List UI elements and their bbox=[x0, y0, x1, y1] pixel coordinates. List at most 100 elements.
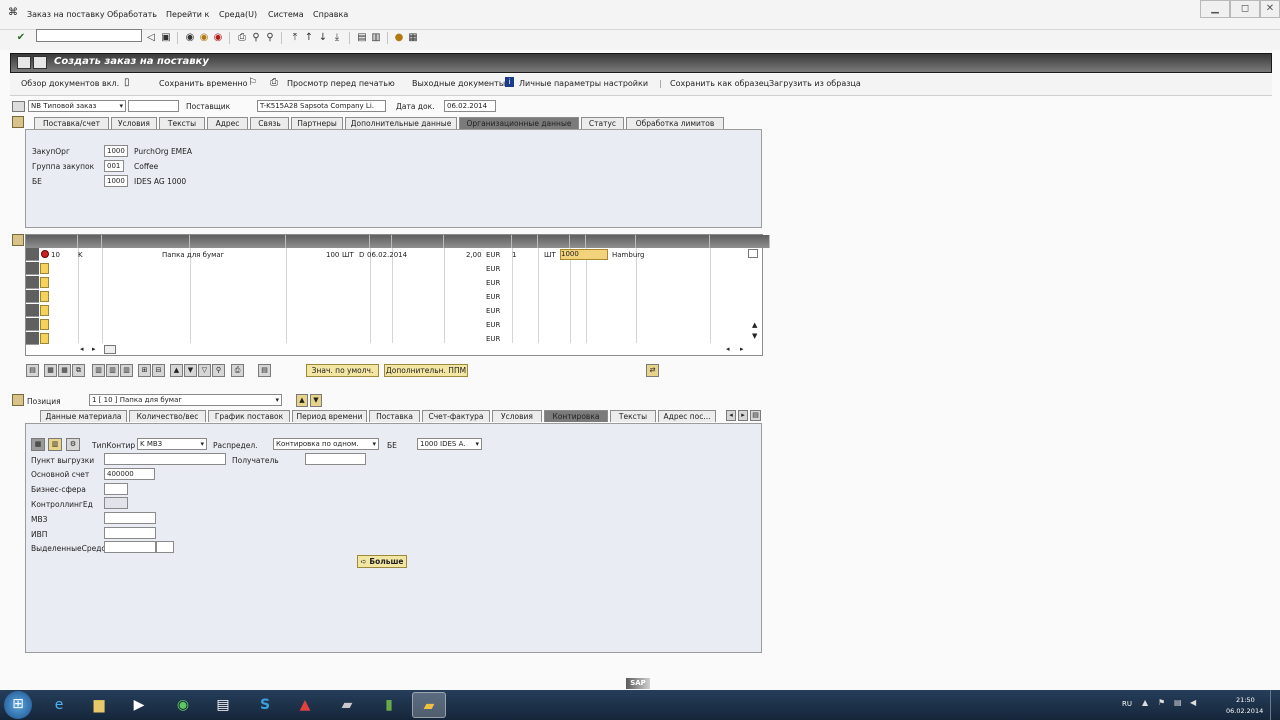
column-header-material[interactable] bbox=[102, 235, 190, 248]
menu-goto[interactable]: Перейти к bbox=[166, 10, 209, 19]
cell-currency[interactable]: EUR bbox=[486, 307, 500, 315]
cell-unit[interactable]: ШТ bbox=[342, 251, 354, 259]
next-item-icon[interactable]: ▼ bbox=[310, 394, 322, 407]
document-type-icon[interactable] bbox=[12, 101, 25, 112]
column-header-plant[interactable] bbox=[586, 235, 636, 248]
sort-descending-icon[interactable]: ▼ bbox=[184, 364, 197, 377]
chevron-down-icon[interactable]: ▾ bbox=[200, 439, 204, 449]
cell-plant[interactable]: 1000 bbox=[560, 249, 608, 260]
item-company-code-select[interactable]: 1000 IDES A. ▾ bbox=[417, 438, 482, 450]
explorer-icon[interactable]: ▆ bbox=[82, 692, 116, 718]
layout-icon[interactable]: ▦ bbox=[408, 32, 418, 43]
tab-delivery-invoice[interactable]: Поставка/счет bbox=[34, 117, 109, 129]
purch-group-field[interactable]: 001 bbox=[104, 160, 124, 172]
chevron-down-icon[interactable]: ▾ bbox=[372, 439, 376, 449]
tab-partners[interactable]: Партнеры bbox=[291, 117, 343, 129]
company-code-field[interactable]: 1000 bbox=[104, 175, 128, 187]
app-icon[interactable]: ▮ bbox=[372, 692, 406, 718]
enter-icon[interactable]: ✔ bbox=[16, 32, 26, 43]
skype-icon[interactable]: S bbox=[248, 692, 282, 718]
media-player-icon[interactable]: ▶ bbox=[122, 692, 156, 718]
doc-number-field[interactable] bbox=[128, 100, 179, 112]
scroll-up-icon[interactable]: ▲ bbox=[752, 321, 757, 329]
notepad-icon[interactable]: ▤ bbox=[206, 692, 240, 718]
cell-currency[interactable]: EUR bbox=[486, 251, 500, 259]
tab-item-texts[interactable]: Тексты bbox=[610, 410, 656, 422]
start-button[interactable]: ⊞ bbox=[4, 691, 32, 719]
tab-address[interactable]: Адрес bbox=[207, 117, 248, 129]
window-menu-icon[interactable]: ⌘ bbox=[8, 7, 18, 18]
row-selector[interactable] bbox=[26, 276, 39, 289]
collapse-item-detail-icon[interactable] bbox=[12, 394, 24, 406]
default-values-button[interactable]: Знач. по умолч. bbox=[306, 364, 379, 377]
tabs-scroll-left-icon[interactable]: ◂ bbox=[726, 410, 736, 421]
deselect-all-icon[interactable]: ▦ bbox=[58, 364, 71, 377]
save-as-template-button[interactable]: Сохранить как образец bbox=[670, 79, 769, 88]
print-icon[interactable]: ⎙ bbox=[237, 32, 247, 43]
tab-invoice[interactable]: Счет-фактура bbox=[422, 410, 490, 422]
tab-delivery-schedule[interactable]: График поставок bbox=[208, 410, 290, 422]
cell-uom[interactable]: ШТ bbox=[544, 251, 556, 259]
addition-icon[interactable]: ⊞ bbox=[138, 364, 151, 377]
row-selector[interactable] bbox=[26, 304, 39, 317]
copy-icon[interactable]: ⧉ bbox=[72, 364, 85, 377]
cell-per[interactable]: 1 bbox=[512, 251, 516, 259]
single-view-icon[interactable]: ▦ bbox=[31, 438, 45, 451]
tab-org-data[interactable]: Организационные данные bbox=[459, 117, 579, 129]
scroll-left-icon[interactable]: ◂ bbox=[80, 345, 84, 353]
tabs-scroll-right-icon[interactable]: ▸ bbox=[738, 410, 748, 421]
cell-net-price[interactable]: 2,00 bbox=[466, 251, 482, 259]
flag-icon[interactable]: ⚑ bbox=[1158, 698, 1165, 707]
column-header-delivery-date[interactable] bbox=[392, 235, 444, 248]
row-selector[interactable] bbox=[26, 248, 39, 261]
print-preview-icon[interactable]: ⎙ bbox=[270, 77, 278, 88]
cell-acct-cat[interactable]: K bbox=[78, 251, 83, 259]
previous-item-icon[interactable]: ▲ bbox=[296, 394, 308, 407]
tab-limit-processing[interactable]: Обработка лимитов bbox=[626, 117, 724, 129]
internet-explorer-icon[interactable]: e bbox=[42, 692, 76, 718]
close-icon[interactable]: ✕ bbox=[1260, 0, 1280, 18]
tab-delivery-address[interactable]: Адрес пос... bbox=[658, 410, 716, 422]
column-header-net-price[interactable] bbox=[444, 235, 512, 248]
recipient-field[interactable] bbox=[305, 453, 366, 465]
purch-org-field[interactable]: 1000 bbox=[104, 145, 128, 157]
supplier-field[interactable]: T-K515A28 Sapsota Company Li. bbox=[257, 100, 386, 112]
tab-delivery[interactable]: Поставка bbox=[369, 410, 420, 422]
column-header-per[interactable] bbox=[538, 235, 570, 248]
tab-time-period[interactable]: Период времени bbox=[292, 410, 367, 422]
new-document-icon[interactable]: ▯ bbox=[124, 77, 130, 88]
tabs-list-icon[interactable]: ▤ bbox=[750, 410, 761, 421]
exit-icon[interactable]: ◉ bbox=[199, 32, 209, 43]
cell-delivery-date[interactable]: 06.02.2014 bbox=[367, 251, 407, 259]
column-header-pos[interactable] bbox=[78, 235, 102, 248]
row-selector[interactable] bbox=[26, 318, 39, 331]
cell-currency[interactable]: EUR bbox=[486, 321, 500, 329]
column-header-uom[interactable] bbox=[570, 235, 586, 248]
lock-icon[interactable]: ▥ bbox=[106, 364, 119, 377]
chevron-down-icon[interactable]: ▾ bbox=[475, 439, 479, 449]
chrome-icon[interactable]: ◉ bbox=[166, 692, 200, 718]
delivery-icon[interactable]: ⊟ bbox=[152, 364, 165, 377]
error-status-icon[interactable] bbox=[41, 250, 49, 258]
new-session-icon[interactable]: ▤ bbox=[357, 32, 367, 43]
gl-account-field[interactable]: 400000 bbox=[104, 468, 155, 480]
more-button[interactable]: ➪ Больше bbox=[357, 555, 407, 568]
document-overview-button[interactable]: Обзор документов вкл. bbox=[21, 79, 119, 88]
check-icon[interactable]: ⚐ bbox=[248, 77, 257, 88]
distribution-select[interactable]: Контировка по одном. ▾ bbox=[273, 438, 379, 450]
menu-system[interactable]: Система bbox=[268, 10, 304, 19]
account-settings-icon[interactable]: ⚙ bbox=[66, 438, 80, 451]
menu-edit[interactable]: Обработать bbox=[107, 10, 157, 19]
earmarked-funds-item-field[interactable] bbox=[156, 541, 174, 553]
column-settings-icon[interactable] bbox=[748, 249, 758, 258]
tray-expand-icon[interactable]: ▲ bbox=[1142, 698, 1148, 707]
info-icon[interactable]: i bbox=[505, 77, 514, 87]
menu-purchase-order[interactable]: Заказ на поставку bbox=[27, 10, 105, 19]
column-header-group[interactable] bbox=[710, 235, 770, 248]
first-page-icon[interactable]: ⤒ bbox=[290, 32, 300, 43]
cell-quantity[interactable]: 100 bbox=[326, 251, 339, 259]
minimize-icon[interactable]: ▁ bbox=[1200, 0, 1230, 18]
scroll-down-icon[interactable]: ▼ bbox=[752, 332, 757, 340]
tab-item-conditions[interactable]: Условия bbox=[492, 410, 542, 422]
tab-communication[interactable]: Связь bbox=[250, 117, 289, 129]
